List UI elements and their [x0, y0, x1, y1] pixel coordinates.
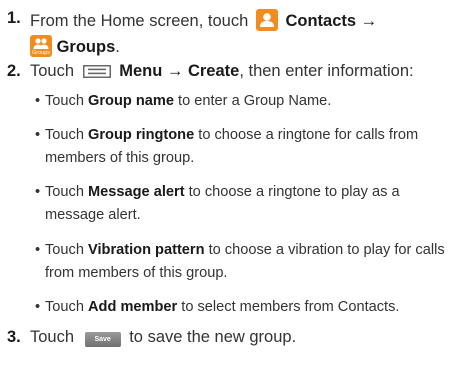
option-name: Group ringtone	[88, 127, 195, 143]
save-button: Save	[84, 332, 121, 347]
list-item: • Touch Add member to select members fro…	[35, 299, 400, 315]
bullet-text: Touch	[45, 242, 84, 258]
step-1-line-1: From the Home screen, touch Contacts →	[30, 9, 377, 31]
bullet-text: message alert.	[45, 206, 141, 223]
bullet-text: Touch	[45, 127, 84, 143]
contacts-icon	[255, 9, 278, 31]
groups-icon: Groups	[30, 35, 52, 57]
groups-icon-caption: Groups	[31, 50, 51, 56]
step-3-line: Touch Save to save the new group.	[30, 328, 296, 347]
step-1-line-2: Groups Groups.	[30, 35, 120, 57]
step-text: to save the new group.	[129, 328, 297, 346]
option-name: Group name	[88, 93, 174, 109]
bullet-text: Touch	[45, 184, 84, 200]
bullet-text: Touch	[45, 299, 84, 315]
step-number: 2.	[7, 62, 21, 80]
bullet-text: from members of this group.	[45, 264, 228, 281]
step-text: Touch	[30, 62, 75, 80]
bullet-text: to choose a ringtone for calls from	[194, 127, 419, 143]
bullet-text: members of this group.	[45, 149, 195, 166]
step-text: .	[115, 38, 120, 56]
step-number: 1.	[7, 9, 21, 27]
option-name: Message alert	[88, 184, 185, 200]
bullet-text: to choose a ringtone to play as a	[184, 184, 400, 200]
bullet-text: to enter a Group Name.	[173, 93, 332, 109]
option-name: Vibration pattern	[88, 242, 205, 258]
option-name: Add member	[88, 299, 178, 315]
instruction-page: 1. From the Home screen, touch Contacts …	[0, 0, 466, 366]
step-2-line: Touch Menu → Create, then enter informat…	[30, 62, 414, 83]
step-text: , then enter information:	[239, 62, 414, 80]
bullet-text: to select members from Contacts.	[177, 299, 400, 315]
step-number: 3.	[7, 328, 21, 346]
list-item: • Touch Group ringtone to choose a ringt…	[35, 124, 455, 169]
menu-create-label: Menu → Create	[119, 62, 240, 80]
step-text: Touch	[30, 328, 75, 346]
contacts-label: Contacts →	[285, 12, 378, 30]
list-item: • Touch Group name to enter a Group Name…	[35, 93, 332, 109]
groups-label: Groups	[56, 38, 116, 56]
bullet-text: Touch	[45, 93, 84, 109]
list-item: • Touch Message alert to choose a ringto…	[35, 181, 455, 226]
step-text: From the Home screen, touch	[30, 12, 249, 30]
menu-icon	[82, 64, 111, 83]
bullet-text: to choose a vibration to play for calls	[204, 242, 445, 258]
list-item: • Touch Vibration pattern to choose a vi…	[35, 239, 455, 284]
